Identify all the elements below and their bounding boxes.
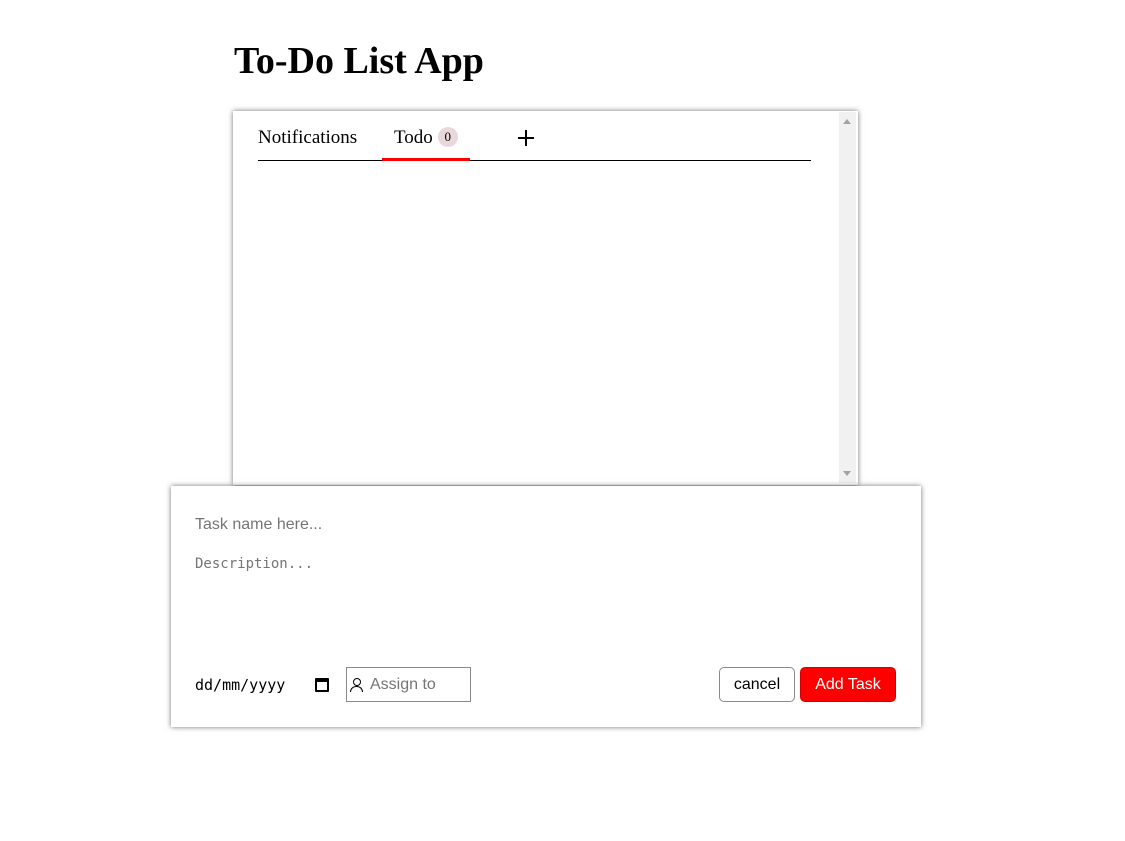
vertical-scrollbar[interactable]: [839, 112, 856, 483]
todo-count-badge: 0: [437, 127, 458, 147]
cancel-button[interactable]: cancel: [719, 667, 795, 702]
scroll-down-arrow-icon[interactable]: [843, 471, 851, 476]
task-name-input[interactable]: [195, 514, 885, 536]
assign-to-input[interactable]: [370, 675, 468, 694]
person-icon: [349, 677, 365, 693]
scroll-up-arrow-icon[interactable]: [843, 119, 851, 124]
tab-todo-label: Todo: [394, 127, 433, 148]
calendar-icon[interactable]: [315, 678, 329, 692]
add-task-button[interactable]: Add Task: [800, 667, 896, 702]
tab-bar: Notifications Todo 0: [258, 111, 811, 161]
description-input[interactable]: [195, 554, 885, 644]
due-date-input[interactable]: dd/mm/yyyy: [195, 673, 335, 697]
due-date-placeholder: dd/mm/yyyy: [195, 676, 286, 694]
tab-panel: Notifications Todo 0: [233, 111, 858, 485]
add-tab-button[interactable]: [516, 125, 536, 147]
tab-todo[interactable]: Todo 0: [382, 127, 470, 161]
assign-to-field[interactable]: [346, 667, 471, 702]
tab-notifications[interactable]: Notifications: [258, 127, 357, 149]
add-task-form: dd/mm/yyyy cancel Add Task: [171, 486, 921, 727]
tab-notifications-label: Notifications: [258, 127, 358, 148]
page-title: To-Do List App: [234, 40, 484, 82]
